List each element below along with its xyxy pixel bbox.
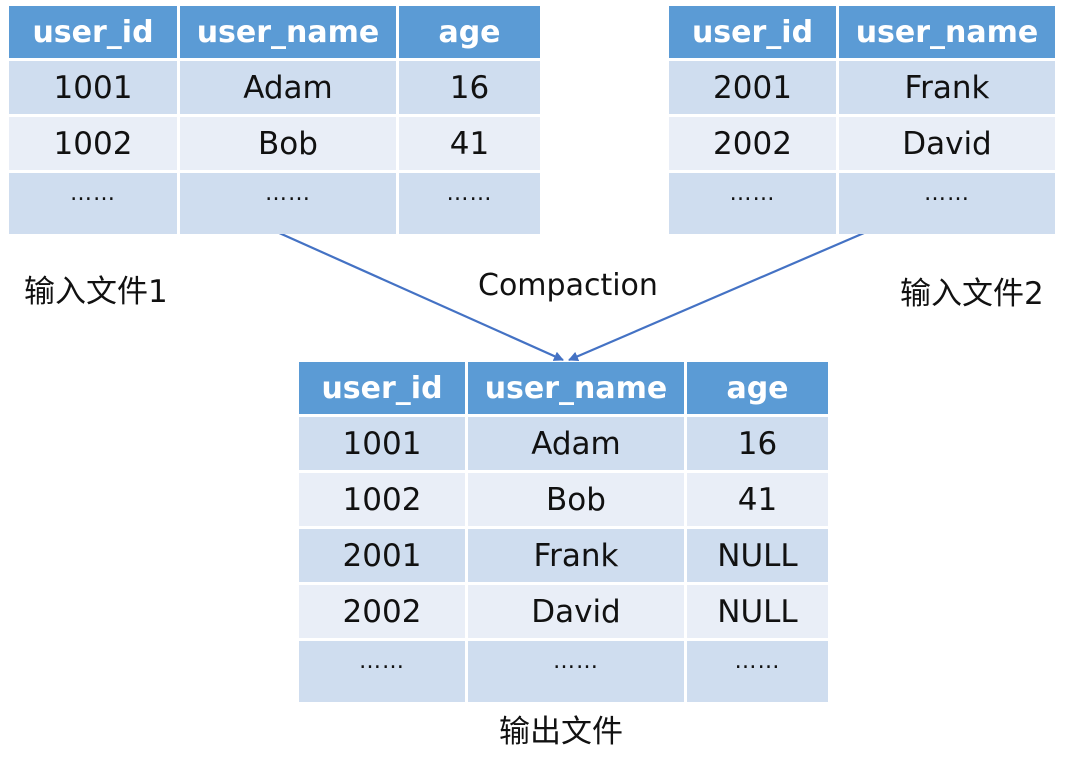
table-row: 2001 Frank — [669, 61, 1055, 114]
input-file-2-table: user_id user_name 2001 Frank 2002 David … — [666, 3, 1058, 237]
column-header: age — [687, 362, 828, 414]
table-cell: Adam — [468, 417, 684, 470]
table-cell: 1001 — [9, 61, 177, 114]
table-cell: 16 — [687, 417, 828, 470]
table-cell: …… — [9, 173, 177, 234]
table-header-row: user_id user_name age — [9, 6, 540, 58]
table-cell: NULL — [687, 585, 828, 638]
input-file-1-table: user_id user_name age 1001 Adam 16 1002 … — [6, 3, 543, 237]
table-row: 2002 David NULL — [299, 585, 828, 638]
input-file-2-label: 输入文件2 — [900, 276, 1044, 312]
table-cell: 2001 — [299, 529, 465, 582]
table-cell: …… — [468, 641, 684, 702]
column-header: age — [399, 6, 540, 58]
input-file-1-label: 输入文件1 — [24, 274, 168, 310]
table-cell: 1002 — [299, 473, 465, 526]
table-cell: …… — [687, 641, 828, 702]
column-header: user_id — [669, 6, 836, 58]
table-cell: 1001 — [299, 417, 465, 470]
table-cell: 2002 — [299, 585, 465, 638]
table-header-row: user_id user_name — [669, 6, 1055, 58]
table-row: 1001 Adam 16 — [299, 417, 828, 470]
column-header: user_name — [180, 6, 396, 58]
table-cell: 41 — [687, 473, 828, 526]
table-cell: 16 — [399, 61, 540, 114]
table-cell: 2002 — [669, 117, 836, 170]
column-header: user_id — [299, 362, 465, 414]
table-cell: …… — [299, 641, 465, 702]
output-file-label: 输出文件 — [499, 714, 623, 750]
column-header: user_name — [839, 6, 1055, 58]
table-cell: Frank — [839, 61, 1055, 114]
table-cell: Bob — [180, 117, 396, 170]
column-header: user_id — [9, 6, 177, 58]
table-cell: Bob — [468, 473, 684, 526]
table-cell: …… — [180, 173, 396, 234]
table-row: 1001 Adam 16 — [9, 61, 540, 114]
table-row: 2001 Frank NULL — [299, 529, 828, 582]
table-cell: Adam — [180, 61, 396, 114]
table-cell: 2001 — [669, 61, 836, 114]
table-row-ellipsis: …… …… …… — [9, 173, 540, 234]
table-cell: Frank — [468, 529, 684, 582]
table-cell: …… — [839, 173, 1055, 234]
table-cell: 41 — [399, 117, 540, 170]
table-cell: …… — [669, 173, 836, 234]
table-cell: …… — [399, 173, 540, 234]
table-row: 1002 Bob 41 — [9, 117, 540, 170]
table-cell: David — [839, 117, 1055, 170]
column-header: user_name — [468, 362, 684, 414]
output-file-table: user_id user_name age 1001 Adam 16 1002 … — [296, 359, 831, 705]
table-row-ellipsis: …… …… …… — [299, 641, 828, 702]
table-row-ellipsis: …… …… — [669, 173, 1055, 234]
table-row: 1002 Bob 41 — [299, 473, 828, 526]
table-cell: NULL — [687, 529, 828, 582]
compaction-label: Compaction — [478, 268, 658, 303]
table-cell: 1002 — [9, 117, 177, 170]
table-header-row: user_id user_name age — [299, 362, 828, 414]
table-cell: David — [468, 585, 684, 638]
table-row: 2002 David — [669, 117, 1055, 170]
